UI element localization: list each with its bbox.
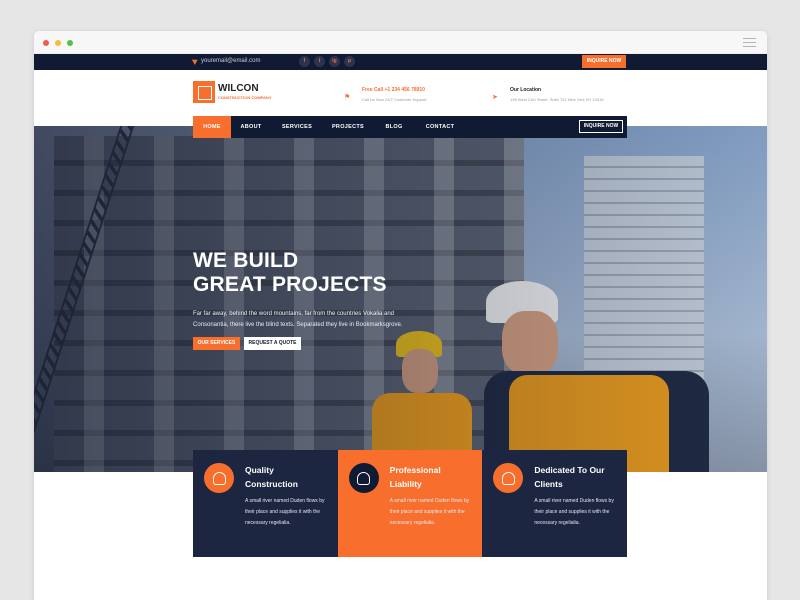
nav-about[interactable]: ABOUT [231,116,271,138]
main-navigation: HOME ABOUT SERVICES PROJECTS BLOG CONTAC… [193,116,627,138]
phone-subtitle: Call Us Now 24/7 Customer Support [362,97,427,102]
worker-icon [348,463,379,493]
phone-title: Free Call +1 234 456 78910 [362,87,425,93]
feature-title-line1: Professional [389,465,441,475]
feature-title: Quality Construction [245,463,330,491]
twitter-icon[interactable]: t [314,56,325,67]
feature-card-clients[interactable]: Dedicated To Our Clients A small river n… [482,450,628,557]
nav-projects[interactable]: PROJECTS [323,116,373,138]
feature-title-line2: Clients [534,479,563,489]
nav-blog[interactable]: BLOG [373,116,415,138]
maximize-window-button[interactable] [67,40,73,46]
feature-text: A small river named Duden flows by their… [534,498,614,526]
hero-content: WE BUILD GREAT PROJECTS Far far away, be… [193,249,403,350]
feature-text: A small river named Duden flows by their… [389,498,470,526]
feature-title-line2: Liability [389,479,422,489]
nav-home[interactable]: HOME [193,116,231,138]
request-quote-button[interactable]: REQUEST A QUOTE [244,337,301,350]
feature-title-line1: Quality [245,465,274,475]
hero-title-line1: WE BUILD [193,249,299,272]
feature-text: A small river named Duden flows by their… [245,498,325,526]
email-contact[interactable]: youremail@email.com [191,57,261,65]
nav-services[interactable]: SERVICES [271,116,323,138]
social-links: f t ig p [299,56,355,67]
hero-title-line2: GREAT PROJECTS [193,273,387,296]
facebook-icon[interactable]: f [299,56,310,67]
nav-inquire-now-button[interactable]: INQUIRE NOW [579,120,623,133]
location-icon: ➤ [492,94,498,101]
brand-name[interactable]: WILCON [218,83,259,94]
browser-chrome [34,31,767,54]
flag-icon: ⚑ [344,94,351,101]
location-address: 198 West 21th Street, Suite 721 New York… [510,97,604,102]
feature-card-professional[interactable]: Professional Liability A small river nam… [337,450,483,557]
minimize-window-button[interactable] [55,40,61,46]
hamburger-menu-icon[interactable] [743,38,756,50]
feature-cards: Quality Construction A small river named… [193,450,628,557]
brand-tagline: CONSTRUCTION COMPANY [218,95,272,100]
close-window-button[interactable] [43,40,49,46]
construction-icon [204,463,234,493]
location-title: Our Location [510,87,542,93]
clients-icon [493,463,524,493]
hero-buttons: OUR SERVICES REQUEST A QUOTE [193,337,403,350]
feature-title-line2: Construction [245,479,298,489]
hero-description: Far far away, behind the word mountains,… [193,311,403,328]
feature-title: Professional Liability [390,463,475,491]
instagram-icon[interactable]: ig [329,56,340,67]
pinterest-icon[interactable]: p [344,56,355,67]
inquire-now-top-button[interactable]: INQUIRE NOW [582,55,626,68]
feature-title-line1: Dedicated To Our [534,465,605,475]
email-text: youremail@email.com [201,58,261,64]
browser-window: youremail@email.com f t ig p INQUIRE NOW… [34,31,767,600]
nav-contact[interactable]: CONTACT [415,116,465,138]
feature-card-quality[interactable]: Quality Construction A small river named… [193,450,338,557]
logo-icon[interactable] [193,81,215,103]
top-bar: youremail@email.com f t ig p INQUIRE NOW [34,54,767,70]
feature-title: Dedicated To Our Clients [534,463,619,491]
our-services-button[interactable]: OUR SERVICES [193,337,240,350]
paper-plane-icon [191,57,200,65]
